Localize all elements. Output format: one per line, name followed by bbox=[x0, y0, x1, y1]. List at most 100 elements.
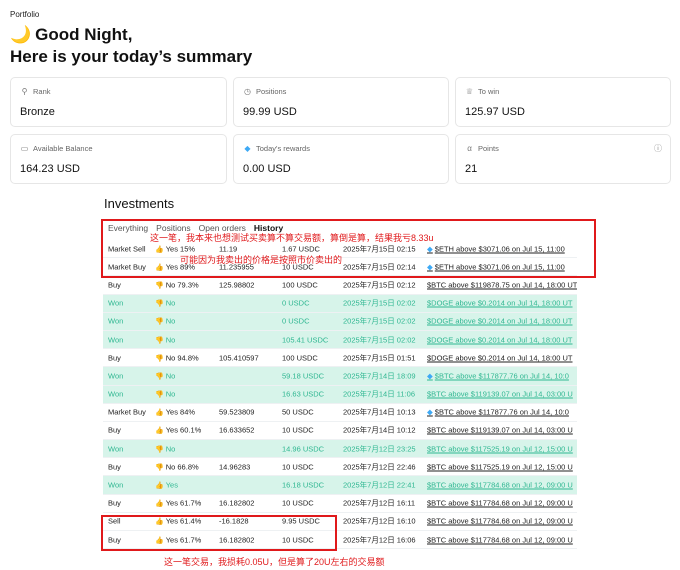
row-market-label: $DOGE above $0.2014 on Jul 14, 18:00 UT bbox=[427, 298, 573, 308]
row-side-label: No bbox=[165, 371, 176, 381]
row-amount: 10 USDC bbox=[282, 462, 314, 472]
row-type: Market Buy bbox=[108, 407, 146, 417]
row-type: Buy bbox=[108, 462, 121, 472]
row-shares: 59.523809 bbox=[219, 407, 255, 417]
row-time: 2025年7月15日 02:12 bbox=[343, 280, 416, 290]
row-market-label: $BTC above $117784.68 on Jul 12, 09:00 U bbox=[427, 535, 573, 545]
table-row[interactable]: Won 👎 No 59.18 USDC 2025年7月14日 18:09 ◆ $BTC ab… bbox=[103, 367, 577, 386]
row-time: 2025年7月14日 10:13 bbox=[343, 407, 416, 417]
table-row[interactable]: Buy 👎 No 94.8% 105.410597 100 USDC 2025年7月15日… bbox=[103, 349, 577, 368]
row-market-link[interactable]: $BTC above $117784.68 on Jul 12, 09:00 U bbox=[427, 499, 577, 508]
table-row[interactable]: Won 👎 No 105.41 USDC 2025年7月15日 02:02 $DOGE a… bbox=[103, 330, 577, 350]
row-market-link[interactable]: $BTC above $117525.19 on Jul 12, 15:00 U bbox=[427, 444, 577, 453]
row-time: 2025年7月15日 02:02 bbox=[343, 298, 416, 308]
row-side: 👎 No bbox=[155, 390, 217, 399]
row-market-link[interactable]: $BTC above $117784.68 on Jul 12, 09:00 U bbox=[427, 535, 577, 544]
table-row[interactable]: Won 👎 No 16.63 USDC 2025年7月14日 11:06 $BTC abo… bbox=[103, 385, 577, 404]
row-type: Won bbox=[108, 444, 124, 454]
row-time: 2025年7月15日 01:51 bbox=[343, 353, 416, 363]
breadcrumb[interactable]: Portfolio bbox=[10, 10, 39, 19]
thumbs-down-icon: 👎 bbox=[155, 373, 164, 381]
rank-icon: ⚲ bbox=[21, 87, 28, 96]
annotation-text-bottom: 这一笔交易，我损耗0.05U，但是算了20U左右的交易额 bbox=[164, 557, 385, 567]
row-amount: 10 USDC bbox=[282, 425, 314, 435]
thumbs-down-icon: 👎 bbox=[155, 300, 164, 308]
row-market-link[interactable]: $BTC above $117525.19 on Jul 12, 15:00 U bbox=[427, 462, 577, 471]
row-type: Won bbox=[108, 371, 124, 381]
row-market-label: $DOGE above $0.2014 on Jul 14, 18:00 UT bbox=[427, 353, 573, 363]
row-side: 👎 No 66.8% bbox=[155, 462, 217, 471]
history-table: Market Sell 👍 Yes 15% 11.19 1.67 USDC 2025年7月… bbox=[103, 240, 577, 550]
thumbs-down-icon: 👎 bbox=[155, 355, 164, 363]
table-row[interactable]: Won 👍 Yes 16.18 USDC 2025年7月12日 22:41 $BTC ab… bbox=[103, 476, 577, 495]
row-side-label: No 94.8% bbox=[165, 353, 199, 363]
thumbs-down-icon: 👎 bbox=[155, 318, 164, 326]
row-market-link[interactable]: $DOGE above $0.2014 on Jul 14, 18:00 UT bbox=[427, 335, 577, 344]
row-market-link[interactable]: $DOGE above $0.2014 on Jul 14, 18:00 UT bbox=[427, 299, 577, 308]
thumbs-down-icon: 👎 bbox=[155, 391, 164, 399]
row-shares: 14.96283 bbox=[219, 462, 251, 472]
clock-icon: ◷ bbox=[244, 87, 251, 96]
table-row[interactable]: Buy 👎 No 79.3% 125.98802 100 USDC 2025年7月15日 … bbox=[103, 276, 577, 295]
row-shares: 105.410597 bbox=[219, 353, 259, 363]
row-market-label: $BTC above $119139.07 on Jul 14, 03:00 U bbox=[427, 425, 573, 435]
row-market-label: $DOGE above $0.2014 on Jul 14, 18:00 UT bbox=[427, 335, 573, 345]
diamond-icon: ◆ bbox=[427, 371, 433, 381]
diamond-icon: ◆ bbox=[427, 407, 433, 417]
row-side-label: No 66.8% bbox=[165, 462, 199, 472]
table-row[interactable]: Won 👎 No 14.96 USDC 2025年7月12日 23:25 $BTC abo… bbox=[103, 440, 577, 459]
thumbs-up-icon: 👍 bbox=[155, 427, 164, 435]
thumbs-down-icon: 👎 bbox=[155, 337, 164, 345]
table-row[interactable]: Won 👎 No 0 USDC 2025年7月15日 02:02 $DOGE above … bbox=[103, 312, 577, 331]
positions-label: Positions bbox=[256, 87, 287, 96]
row-side-label: No bbox=[165, 389, 176, 399]
row-market-link[interactable]: ◆ $BTC above $117877.76 on Jul 14, 10:0 bbox=[427, 371, 577, 380]
row-market-link[interactable]: $BTC above $119139.07 on Jul 14, 03:00 U bbox=[427, 390, 577, 399]
thumbs-down-icon: 👎 bbox=[155, 282, 164, 290]
row-side: 👎 No 94.8% bbox=[155, 353, 217, 362]
row-time: 2025年7月12日 22:41 bbox=[343, 480, 416, 490]
points-value: 21 bbox=[465, 163, 478, 175]
row-market-label: $BTC above $117784.68 on Jul 12, 09:00 U bbox=[427, 498, 573, 508]
row-time: 2025年7月14日 18:09 bbox=[343, 371, 416, 381]
row-market-link[interactable]: $BTC above $119139.07 on Jul 14, 03:00 U bbox=[427, 426, 577, 435]
thumbs-up-icon: 👍 bbox=[155, 482, 164, 490]
annotation-text-top-1: 这一笔，我本来也想测试买卖算不算交易额，算倒是算，结果我亏8.33u bbox=[150, 233, 434, 243]
row-type: Won bbox=[108, 335, 124, 345]
row-side: 👎 No 79.3% bbox=[155, 280, 217, 289]
row-side: 👎 No bbox=[155, 371, 217, 380]
row-shares: 16.182802 bbox=[219, 498, 255, 508]
row-side: 👎 No bbox=[155, 317, 217, 326]
row-market-link[interactable]: $DOGE above $0.2014 on Jul 14, 18:00 UT bbox=[427, 317, 577, 326]
row-time: 2025年7月14日 10:12 bbox=[343, 425, 416, 435]
info-icon[interactable]: ⓘ bbox=[654, 143, 662, 154]
row-market-link[interactable]: $BTC above $117784.68 on Jul 12, 09:00 U bbox=[427, 481, 577, 490]
row-market-link[interactable]: $DOGE above $0.2014 on Jul 14, 18:00 UT bbox=[427, 353, 577, 362]
row-amount: 10 USDC bbox=[282, 498, 314, 508]
positions-value: 99.99 USD bbox=[243, 106, 297, 118]
row-type: Won bbox=[108, 316, 124, 326]
table-row[interactable]: Market Buy 👍 Yes 84% 59.523809 50 USDC 2025年7… bbox=[103, 403, 577, 422]
table-row[interactable]: Buy 👎 No 66.8% 14.96283 10 USDC 2025年7月12日 22… bbox=[103, 458, 577, 477]
row-amount: 59.18 USDC bbox=[282, 371, 325, 381]
thumbs-up-icon: 👍 bbox=[155, 409, 164, 417]
rank-value: Bronze bbox=[20, 106, 55, 118]
row-market-link[interactable]: $BTC above $117784.68 on Jul 12, 09:00 U bbox=[427, 517, 577, 526]
available-balance-value: 164.23 USD bbox=[20, 163, 80, 175]
row-side-label: Yes 61.7% bbox=[165, 498, 202, 508]
row-time: 2025年7月15日 02:02 bbox=[343, 335, 416, 345]
thumbs-down-icon: 👎 bbox=[155, 446, 164, 454]
row-amount: 0 USDC bbox=[282, 298, 310, 308]
row-time: 2025年7月12日 22:46 bbox=[343, 462, 416, 472]
row-market-link[interactable]: $BTC above $119878.75 on Jul 14, 18:00 U… bbox=[427, 280, 577, 289]
points-card: α Points ⓘ 21 bbox=[455, 134, 671, 184]
row-side-label: Yes 60.1% bbox=[165, 425, 202, 435]
thumbs-up-icon: 👍 bbox=[155, 500, 164, 508]
table-row[interactable]: Buy 👍 Yes 61.7% 16.182802 10 USDC 2025年7月12日 … bbox=[103, 494, 577, 513]
row-amount: 100 USDC bbox=[282, 353, 318, 363]
annotation-box-top bbox=[101, 219, 596, 278]
table-row[interactable]: Won 👎 No 0 USDC 2025年7月15日 02:02 $DOGE above … bbox=[103, 294, 577, 313]
row-market-link[interactable]: ◆ $BTC above $117877.76 on Jul 14, 10:0 bbox=[427, 408, 577, 417]
table-row[interactable]: Buy 👍 Yes 60.1% 16.633652 10 USDC 2025年7月14日 … bbox=[103, 421, 577, 441]
row-time: 2025年7月12日 16:06 bbox=[343, 535, 416, 545]
